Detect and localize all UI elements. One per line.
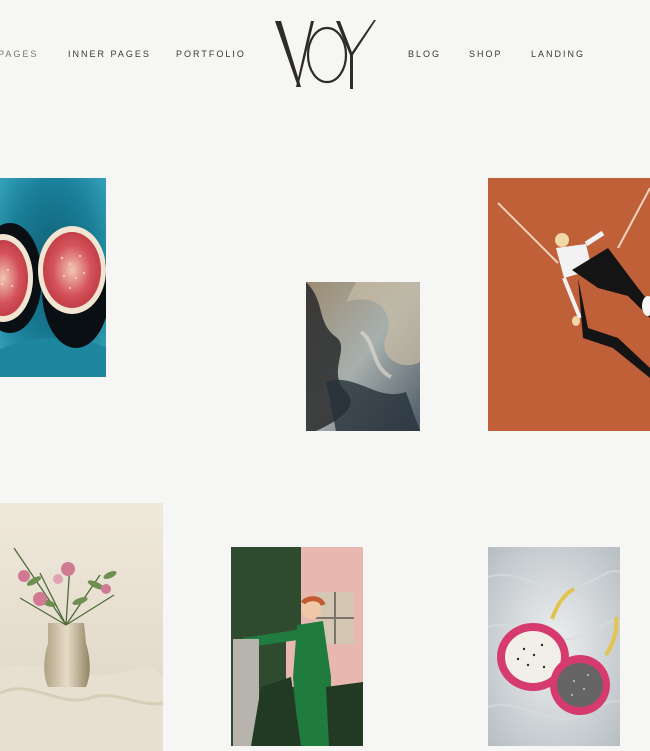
portfolio-item-dragon-fruit-on-fur[interactable] xyxy=(488,547,620,746)
nav-link-pages[interactable]: PAGES xyxy=(0,49,38,59)
portfolio-item-flowers-in-glass-vase[interactable] xyxy=(0,503,163,751)
abstract-painting-image xyxy=(306,282,420,431)
nav-link-landing[interactable]: LANDING xyxy=(531,49,585,59)
portfolio-item-woman-in-green-knitwear[interactable] xyxy=(231,547,363,746)
nav-link-portfolio[interactable]: PORTFOLIO xyxy=(176,49,246,59)
site-header: PAGES INNER PAGES PORTFOLIO BLOG SHOP LA… xyxy=(0,0,650,110)
flowers-vase-image xyxy=(0,503,163,751)
logo-mark xyxy=(275,20,376,89)
figs-image xyxy=(0,178,106,377)
terracotta-wall-image xyxy=(488,178,650,431)
green-knitwear-image xyxy=(231,547,363,746)
portfolio-item-figs[interactable] xyxy=(0,178,106,377)
site-logo[interactable] xyxy=(270,15,380,93)
portfolio-item-abstract-painting[interactable] xyxy=(306,282,420,431)
nav-link-blog[interactable]: BLOG xyxy=(408,49,441,59)
portfolio-item-woman-on-terracotta-wall[interactable] xyxy=(488,178,650,431)
dragon-fruit-image xyxy=(488,547,620,746)
nav-link-inner-pages[interactable]: INNER PAGES xyxy=(68,49,151,59)
nav-link-shop[interactable]: SHOP xyxy=(469,49,503,59)
